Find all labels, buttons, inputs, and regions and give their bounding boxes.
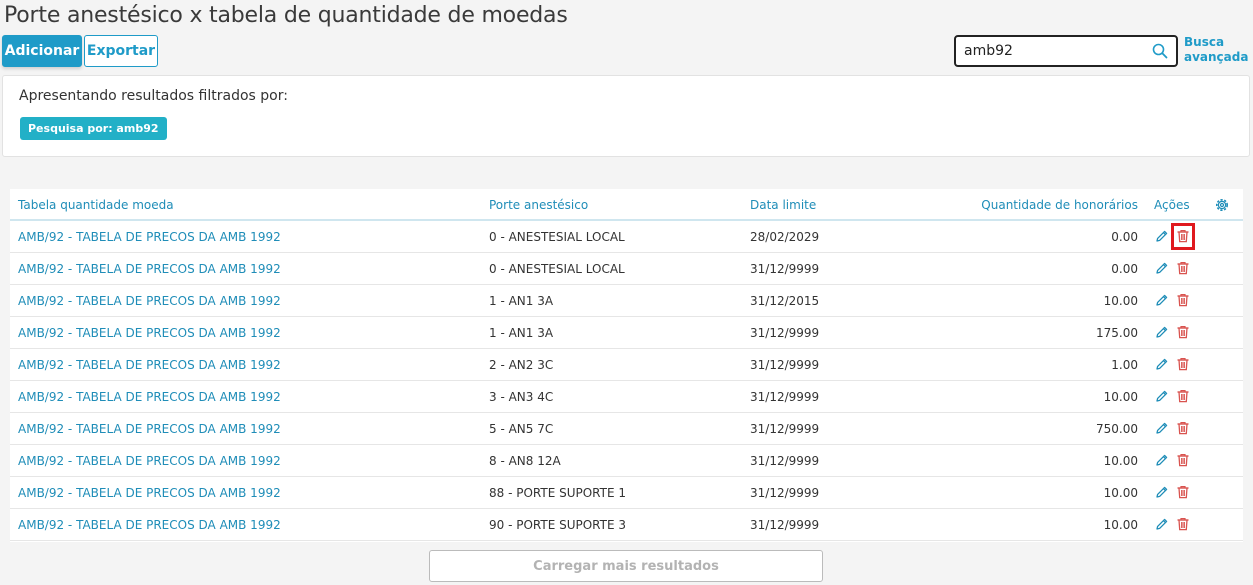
header-quantidade[interactable]: Quantidade de honorários (981, 198, 1138, 212)
table-row: AMB/92 - TABELA DE PRECOS DA AMB 1992 5 -… (10, 413, 1243, 445)
pencil-icon[interactable] (1155, 325, 1169, 339)
trash-icon[interactable] (1176, 357, 1190, 371)
cell-quantidade: 10.00 (1103, 390, 1138, 404)
search-box[interactable] (954, 35, 1178, 67)
pencil-icon[interactable] (1155, 485, 1169, 499)
cell-porte: 2 - AN2 3C (489, 358, 554, 372)
load-more-button[interactable]: Carregar mais resultados (429, 550, 823, 582)
cell-tabela[interactable]: AMB/92 - TABELA DE PRECOS DA AMB 1992 (18, 518, 281, 532)
cell-porte: 1 - AN1 3A (489, 294, 554, 308)
table-row: AMB/92 - TABELA DE PRECOS DA AMB 1992 90 … (10, 509, 1243, 541)
cell-quantidade: 10.00 (1103, 454, 1138, 468)
cell-tabela[interactable]: AMB/92 - TABELA DE PRECOS DA AMB 1992 (18, 358, 281, 372)
delete-highlight-box (1171, 223, 1195, 250)
header-acoes: Ações (1154, 198, 1190, 212)
table-row: AMB/92 - TABELA DE PRECOS DA AMB 1992 0 -… (10, 221, 1243, 253)
cell-data: 31/12/2015 (750, 294, 820, 308)
cell-quantidade: 10.00 (1103, 518, 1138, 532)
search-input[interactable] (964, 41, 1144, 61)
cell-tabela[interactable]: AMB/92 - TABELA DE PRECOS DA AMB 1992 (18, 422, 281, 436)
cell-data: 31/12/9999 (750, 358, 820, 372)
table-header: Tabela quantidade moeda Porte anestésico… (10, 189, 1243, 221)
trash-icon[interactable] (1176, 293, 1190, 307)
advanced-search-line1: Busca (1184, 35, 1225, 49)
trash-icon[interactable] (1176, 261, 1190, 275)
cell-tabela[interactable]: AMB/92 - TABELA DE PRECOS DA AMB 1992 (18, 390, 281, 404)
results-table: Tabela quantidade moeda Porte anestésico… (10, 189, 1243, 542)
filter-label: Apresentando resultados filtrados por: (19, 88, 288, 104)
gear-icon[interactable] (1214, 197, 1230, 213)
cell-tabela[interactable]: AMB/92 - TABELA DE PRECOS DA AMB 1992 (18, 230, 281, 244)
cell-quantidade: 0.00 (1111, 262, 1138, 276)
pencil-icon[interactable] (1155, 229, 1169, 243)
page-title: Porte anestésico x tabela de quantidade … (4, 3, 568, 28)
pencil-icon[interactable] (1155, 357, 1169, 371)
table-row: AMB/92 - TABELA DE PRECOS DA AMB 1992 0 -… (10, 253, 1243, 285)
cell-quantidade: 0.00 (1111, 230, 1138, 244)
cell-quantidade: 10.00 (1103, 486, 1138, 500)
cell-data: 31/12/9999 (750, 262, 820, 276)
cell-data: 28/02/2029 (750, 230, 820, 244)
cell-data: 31/12/9999 (750, 390, 820, 404)
filter-chip[interactable]: Pesquisa por: amb92 (20, 117, 167, 140)
trash-icon[interactable] (1176, 517, 1190, 531)
cell-tabela[interactable]: AMB/92 - TABELA DE PRECOS DA AMB 1992 (18, 294, 281, 308)
table-row: AMB/92 - TABELA DE PRECOS DA AMB 1992 1 -… (10, 285, 1243, 317)
trash-icon[interactable] (1176, 453, 1190, 467)
cell-porte: 5 - AN5 7C (489, 422, 554, 436)
pencil-icon[interactable] (1155, 421, 1169, 435)
cell-quantidade: 175.00 (1096, 326, 1138, 340)
table-row: AMB/92 - TABELA DE PRECOS DA AMB 1992 3 -… (10, 381, 1243, 413)
cell-tabela[interactable]: AMB/92 - TABELA DE PRECOS DA AMB 1992 (18, 262, 281, 276)
cell-quantidade: 10.00 (1103, 294, 1138, 308)
cell-tabela[interactable]: AMB/92 - TABELA DE PRECOS DA AMB 1992 (18, 454, 281, 468)
trash-icon[interactable] (1176, 421, 1190, 435)
table-row: AMB/92 - TABELA DE PRECOS DA AMB 1992 1 -… (10, 317, 1243, 349)
pencil-icon[interactable] (1155, 517, 1169, 531)
cell-porte: 3 - AN3 4C (489, 390, 554, 404)
filter-panel: Apresentando resultados filtrados por: P… (2, 75, 1250, 157)
cell-tabela[interactable]: AMB/92 - TABELA DE PRECOS DA AMB 1992 (18, 486, 281, 500)
cell-data: 31/12/9999 (750, 486, 820, 500)
trash-icon[interactable] (1176, 325, 1190, 339)
add-button[interactable]: Adicionar (2, 35, 82, 67)
cell-quantidade: 1.00 (1111, 358, 1138, 372)
export-button[interactable]: Exportar (84, 35, 158, 67)
pencil-icon[interactable] (1155, 453, 1169, 467)
table-row: AMB/92 - TABELA DE PRECOS DA AMB 1992 8 -… (10, 445, 1243, 477)
cell-data: 31/12/9999 (750, 518, 820, 532)
cell-porte: 1 - AN1 3A (489, 326, 554, 340)
cell-data: 31/12/9999 (750, 422, 820, 436)
advanced-search-link[interactable]: Busca avançada (1184, 35, 1249, 65)
cell-data: 31/12/9999 (750, 454, 820, 468)
cell-porte: 0 - ANESTESIAL LOCAL (489, 262, 625, 276)
search-icon[interactable] (1152, 43, 1168, 59)
pencil-icon[interactable] (1155, 389, 1169, 403)
cell-porte: 0 - ANESTESIAL LOCAL (489, 230, 625, 244)
cell-quantidade: 750.00 (1096, 422, 1138, 436)
header-tabela[interactable]: Tabela quantidade moeda (18, 198, 174, 212)
trash-icon[interactable] (1176, 389, 1190, 403)
cell-tabela[interactable]: AMB/92 - TABELA DE PRECOS DA AMB 1992 (18, 326, 281, 340)
advanced-search-line2: avançada (1184, 50, 1249, 64)
table-row: AMB/92 - TABELA DE PRECOS DA AMB 1992 88 … (10, 477, 1243, 509)
cell-porte: 88 - PORTE SUPORTE 1 (489, 486, 627, 500)
cell-porte: 90 - PORTE SUPORTE 3 (489, 518, 627, 532)
pencil-icon[interactable] (1155, 293, 1169, 307)
table-row: AMB/92 - TABELA DE PRECOS DA AMB 1992 2 -… (10, 349, 1243, 381)
header-porte[interactable]: Porte anestésico (489, 198, 588, 212)
pencil-icon[interactable] (1155, 261, 1169, 275)
cell-data: 31/12/9999 (750, 326, 820, 340)
header-data[interactable]: Data limite (750, 198, 816, 212)
trash-icon[interactable] (1176, 485, 1190, 499)
cell-porte: 8 - AN8 12A (489, 454, 561, 468)
